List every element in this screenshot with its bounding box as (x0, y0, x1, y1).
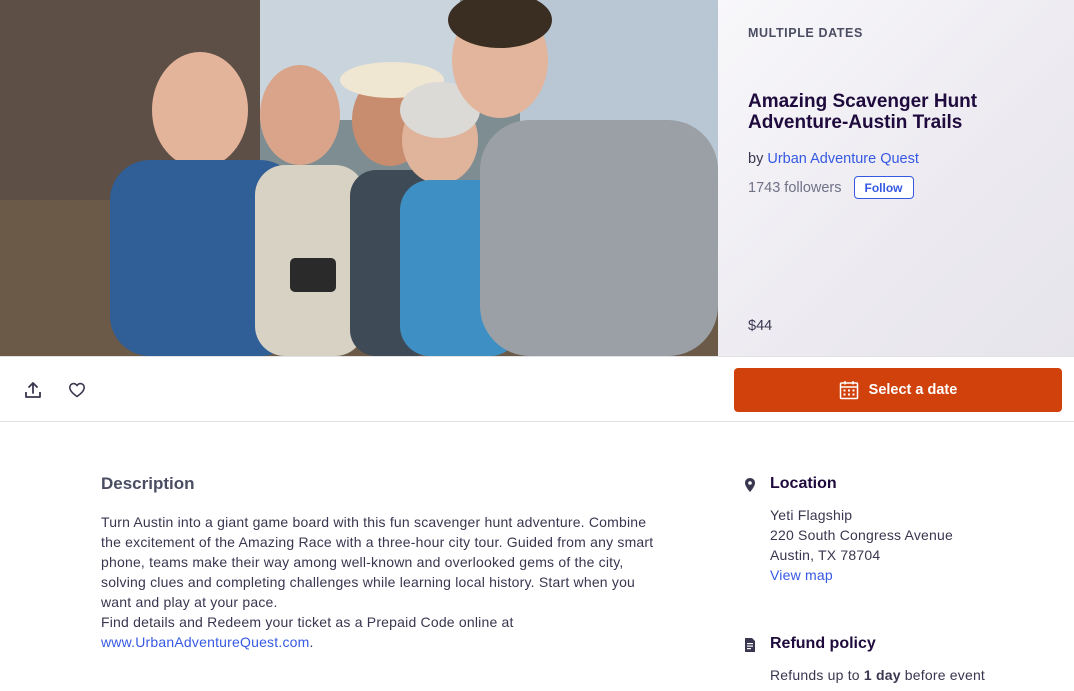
organizer-link[interactable]: Urban Adventure Quest (767, 151, 919, 167)
description-prefix: Find details and Redeem your ticket as a… (101, 614, 514, 630)
like-button[interactable] (65, 378, 89, 402)
description-paragraph-2: Find details and Redeem your ticket as a… (101, 612, 661, 652)
share-icon (25, 382, 41, 398)
venue-name: Yeti Flagship (770, 507, 853, 523)
follow-button[interactable]: Follow (853, 176, 914, 199)
heart-icon (69, 382, 85, 398)
event-title: Amazing Scavenger Hunt Adventure-Austin … (748, 91, 978, 133)
select-date-label: Select a date (868, 382, 958, 398)
refund-policy-section: Refund policy Refunds up to 1 day before… (743, 635, 1043, 691)
view-map-link[interactable]: View map (770, 565, 953, 585)
refund-heading: Refund policy (770, 635, 876, 652)
event-summary-panel: MULTIPLE DATES Amazing Scavenger Hunt Ad… (718, 0, 1074, 356)
description-body: Turn Austin into a giant game board with… (101, 512, 661, 652)
organizer-by-label: by (748, 151, 764, 167)
description-paragraph: Turn Austin into a giant game board with… (101, 514, 654, 610)
event-date-label: MULTIPLE DATES (748, 26, 863, 40)
refund-window: 1 day (863, 667, 901, 683)
group-photo-illustration (0, 0, 718, 356)
refund-text: Refunds up to 1 day before event (770, 665, 985, 685)
select-date-button[interactable]: Select a date (734, 368, 1062, 412)
location-heading: Location (770, 475, 837, 492)
action-bar: Select a date (0, 356, 1074, 422)
organizer-line: by Urban Adventure Quest (748, 151, 919, 167)
location-section: Location Yeti Flagship 220 South Congres… (743, 475, 1043, 595)
description-link-suffix: . (309, 634, 314, 650)
event-hero: MULTIPLE DATES Amazing Scavenger Hunt Ad… (0, 0, 1074, 356)
followers-count: 1743 followers (748, 179, 842, 196)
share-button[interactable] (21, 378, 45, 402)
location-address: Yeti Flagship 220 South Congress Avenue … (770, 505, 953, 585)
calendar-icon (839, 381, 858, 400)
map-pin-icon (745, 478, 755, 492)
document-icon (745, 638, 755, 652)
venue-street: 220 South Congress Avenue (770, 527, 953, 543)
venue-city: Austin, TX 78704 (770, 547, 881, 563)
description-heading: Description (101, 474, 195, 493)
website-link[interactable]: www.UrbanAdventureQuest.com (101, 634, 310, 650)
refund-prefix: Refunds up to (770, 667, 860, 683)
event-hero-image (0, 0, 718, 356)
refund-suffix: before event (904, 667, 986, 683)
event-price: $44 (748, 318, 773, 334)
followers-row: 1743 followers Follow (748, 176, 914, 199)
